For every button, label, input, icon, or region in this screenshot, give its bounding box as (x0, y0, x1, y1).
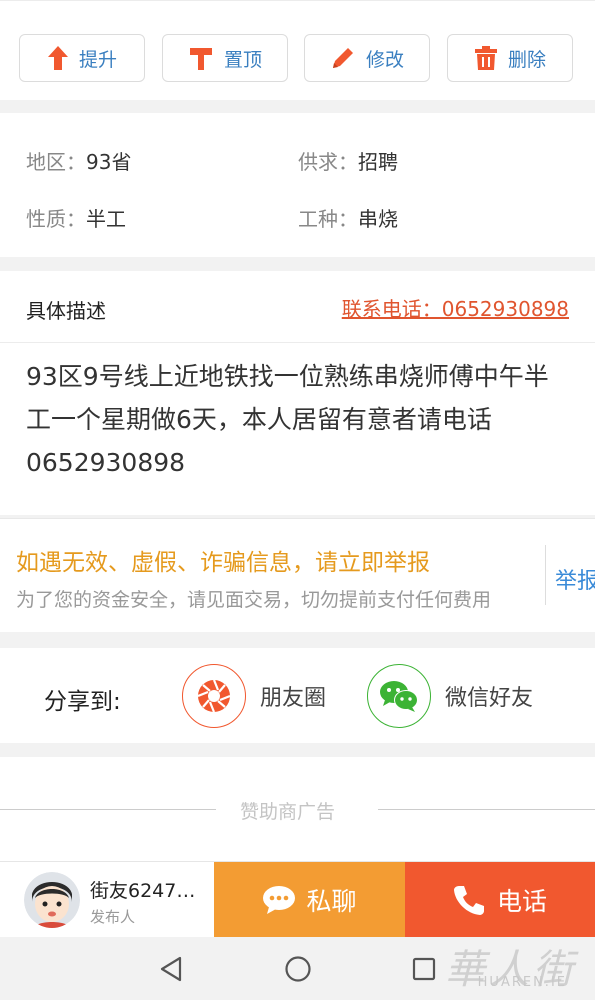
job-value: 串烧 (358, 207, 398, 231)
arrow-up-icon (47, 46, 68, 70)
report-button[interactable]: 举报 (555, 563, 595, 595)
promote-label: 提升 (78, 48, 117, 71)
info-section: 地区：93省 供求：招聘 性质：半工 工种：串烧 (0, 113, 595, 257)
pencil-icon (332, 48, 353, 68)
warning-title: 如遇无效、虚假、诈骗信息，请立即举报 (16, 550, 430, 576)
demand-value: 招聘 (358, 150, 398, 174)
avatar[interactable] (24, 872, 80, 928)
private-chat-button[interactable]: 私聊 (214, 862, 405, 938)
nature-value: 半工 (86, 207, 126, 231)
chat-bubble-icon (263, 886, 296, 914)
delete-button[interactable]: 删除 (447, 34, 573, 82)
pin-top-label: 置顶 (223, 48, 262, 71)
nature-field: 性质：半工 (26, 203, 126, 232)
moments-label: 朋友圈 (260, 686, 327, 711)
description-body: 93区9号线上近地铁找一位熟练串烧师傅中午半工一个星期做6天，本人居留有意者请电… (26, 362, 549, 477)
sponsor-divider-left (0, 809, 216, 810)
share-section: 分享到: 朋友圈 微信好友 (0, 648, 595, 743)
description-header: 具体描述 联系电话：0652930898 (0, 271, 595, 343)
demand-label: 供求： (298, 150, 358, 174)
wechat-icon (367, 664, 431, 728)
moments-icon (182, 664, 246, 728)
system-nav-bar: 華人街 HUAREN.IE (0, 937, 595, 1000)
job-field: 工种：串烧 (298, 203, 398, 232)
watermark-text: HUAREN.IE (477, 975, 567, 990)
call-label: 电话 (496, 887, 547, 916)
action-bar: 提升 置顶 修改 删除 (0, 0, 595, 100)
publisher-role: 发布人 (90, 908, 136, 926)
share-label: 分享到: (44, 689, 121, 715)
publisher-name: 街友6247… (90, 880, 196, 902)
pin-top-icon (189, 48, 212, 70)
contact-phone-link[interactable]: 联系电话：0652930898 (342, 293, 569, 322)
back-icon[interactable] (158, 955, 184, 983)
edit-button[interactable]: 修改 (304, 34, 430, 82)
job-label: 工种： (298, 207, 358, 231)
call-button[interactable]: 电话 (405, 862, 595, 938)
nature-label: 性质： (26, 207, 86, 231)
sponsor-label: 赞助商广告 (240, 801, 336, 821)
fraud-warning: 如遇无效、虚假、诈骗信息，请立即举报 为了您的资金安全，请见面交易，切勿提前支付… (0, 518, 595, 632)
phone-icon (453, 886, 484, 915)
sponsor-divider-right (378, 809, 595, 810)
sponsor-section: 赞助商广告 (0, 757, 595, 867)
bottom-bar: 街友6247… 发布人 私聊 电话 (0, 861, 595, 938)
edit-label: 修改 (365, 48, 404, 71)
region-field: 地区：93省 (26, 146, 131, 175)
recents-icon[interactable] (411, 955, 437, 983)
description-section: 具体描述 联系电话：0652930898 93区9号线上近地铁找一位熟练串烧师傅… (0, 271, 595, 515)
pin-top-button[interactable]: 置顶 (162, 34, 288, 82)
trash-icon (474, 46, 497, 70)
private-chat-label: 私聊 (306, 887, 357, 916)
home-icon[interactable] (284, 955, 312, 983)
description-title: 具体描述 (26, 299, 106, 323)
demand-field: 供求：招聘 (298, 146, 398, 175)
delete-label: 删除 (507, 48, 546, 71)
region-value: 93省 (86, 150, 132, 174)
share-moments-button[interactable]: 朋友圈 (182, 664, 326, 728)
region-label: 地区： (26, 150, 86, 174)
warning-divider (545, 545, 546, 605)
wechat-label: 微信好友 (445, 686, 534, 711)
promote-button[interactable]: 提升 (19, 34, 145, 82)
warning-subtitle: 为了您的资金安全，请见面交易，切勿提前支付任何费用 (16, 589, 492, 611)
share-wechat-button[interactable]: 微信好友 (367, 664, 533, 728)
